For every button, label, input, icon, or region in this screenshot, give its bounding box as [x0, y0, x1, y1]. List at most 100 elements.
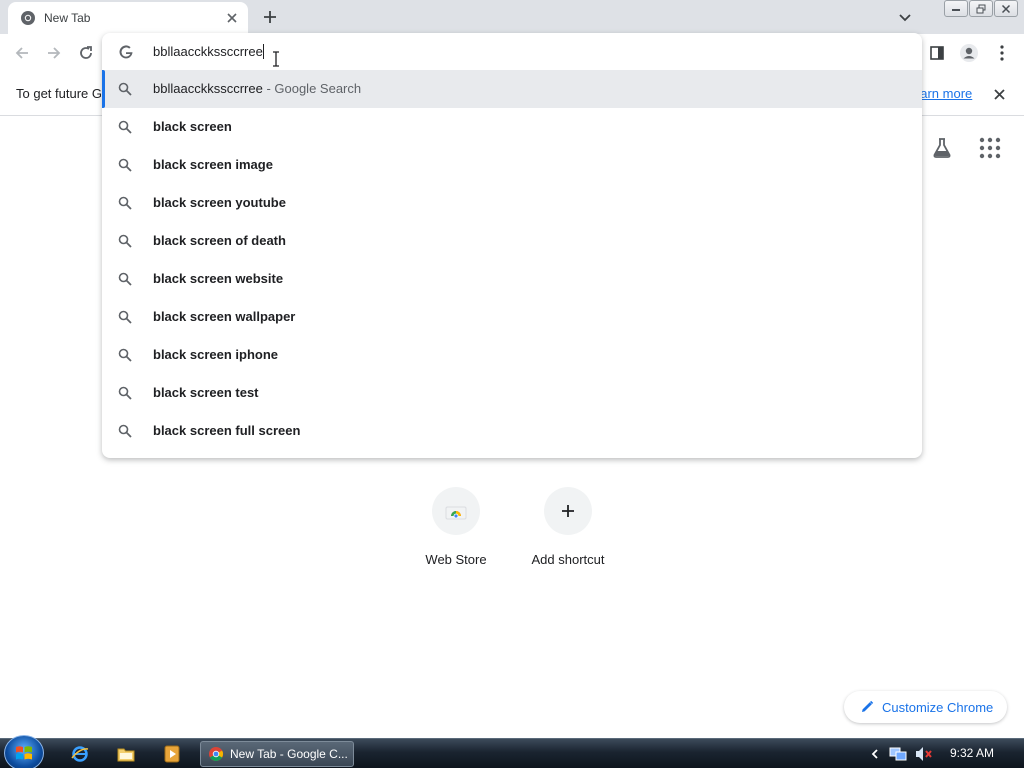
tray-volume[interactable] [915, 745, 933, 763]
avatar-icon [960, 44, 978, 62]
omnibox-input[interactable]: bbllaacckkssccrree [102, 33, 922, 71]
tab-new-tab[interactable]: New Tab [8, 2, 248, 34]
minimize-icon [952, 8, 960, 11]
taskbar-chrome-window[interactable]: New Tab - Google C... [200, 741, 354, 767]
suggestion-item[interactable]: black screen test [102, 374, 922, 412]
shortcut-tile [544, 487, 592, 535]
suggestion-text: black screen [153, 119, 232, 134]
network-icon [889, 747, 907, 761]
suggestion-text: black screen youtube [153, 195, 286, 210]
quicklaunch-ie[interactable] [70, 744, 90, 764]
taskbar-window-label: New Tab - Google C... [230, 747, 348, 761]
tray-expand-button[interactable] [866, 745, 884, 763]
shortcut-web-store[interactable]: Web Store [400, 487, 512, 567]
shortcut-tile [432, 487, 480, 535]
close-window-button[interactable] [994, 0, 1018, 17]
chrome-icon [209, 747, 223, 761]
chevron-down-icon [899, 14, 911, 22]
shortcut-label: Add shortcut [531, 552, 605, 567]
media-player-icon [164, 745, 180, 763]
info-bar-close-button[interactable] [990, 85, 1008, 103]
search-icon [118, 348, 132, 362]
menu-button[interactable] [991, 42, 1013, 64]
quicklaunch-explorer[interactable] [116, 744, 136, 764]
suggestion-item[interactable]: black screen youtube [102, 184, 922, 222]
windows-logo-icon [16, 746, 32, 760]
internet-explorer-icon [71, 746, 89, 762]
search-icon [118, 310, 132, 324]
suggestion-item[interactable]: black screen full screen [102, 412, 922, 450]
web-store-icon [445, 506, 467, 520]
suggestion-text: black screen image [153, 157, 273, 172]
suggestion-google-search[interactable]: bbllaacckkssccrree - Google Search [102, 70, 922, 108]
omnibox-dropdown: bbllaacckkssccrree bbllaacckkssccrree - … [102, 33, 922, 458]
suggestion-text: black screen of death [153, 233, 286, 248]
suggestion-item[interactable]: black screen wallpaper [102, 298, 922, 336]
clock[interactable]: 9:32 AM [950, 746, 994, 760]
customize-chrome-button[interactable]: Customize Chrome [844, 691, 1007, 723]
more-vert-icon [1000, 45, 1004, 61]
search-icon [118, 234, 132, 248]
suggestion-text: black screen test [153, 385, 259, 400]
shortcut-add[interactable]: Add shortcut [512, 487, 624, 567]
suggestion-suffix: - Google Search [262, 81, 362, 96]
back-button[interactable] [11, 42, 33, 64]
google-g-icon [119, 45, 133, 59]
start-button[interactable] [4, 735, 44, 768]
plus-icon [562, 505, 574, 517]
search-icon [118, 120, 132, 134]
side-panel-button[interactable] [926, 42, 948, 64]
forward-button[interactable] [43, 42, 65, 64]
customize-chrome-label: Customize Chrome [882, 699, 994, 715]
volume-muted-icon [916, 747, 932, 761]
minimize-button[interactable] [944, 0, 968, 17]
labs-flask-icon[interactable] [930, 136, 954, 160]
plus-icon [264, 11, 276, 23]
search-icon [118, 424, 132, 438]
suggestion-text: black screen iphone [153, 347, 278, 362]
pencil-icon [862, 700, 874, 712]
ibeam-cursor-icon [273, 51, 279, 67]
close-icon [993, 88, 1005, 100]
back-arrow-icon [15, 47, 28, 59]
restore-icon [976, 4, 986, 13]
suggestion-text: black screen website [153, 271, 284, 286]
suggestion-item[interactable]: black screen iphone [102, 336, 922, 374]
suggestion-text: black screen full screen [153, 423, 301, 438]
tab-search-button[interactable] [895, 8, 915, 28]
search-icon [118, 272, 132, 286]
suggestion-item[interactable]: black screen image [102, 146, 922, 184]
close-tab-icon[interactable] [224, 10, 240, 26]
restore-button[interactable] [969, 0, 993, 17]
suggestion-item[interactable]: black screen website [102, 260, 922, 298]
quicklaunch-media-player[interactable] [162, 744, 182, 764]
forward-arrow-icon [48, 47, 61, 59]
info-bar-text: To get future G [16, 86, 102, 101]
suggestion-item[interactable]: black screen [102, 108, 922, 146]
new-tab-button[interactable] [259, 6, 281, 28]
suggestion-item[interactable]: black screen of death [102, 222, 922, 260]
search-icon [118, 196, 132, 210]
close-icon [1001, 4, 1011, 13]
side-panel-icon [930, 46, 944, 60]
suggestion-query: bbllaacckkssccrree [153, 81, 263, 96]
taskbar: New Tab - Google C... 9:32 AM [0, 735, 1024, 768]
tab-title: New Tab [44, 11, 91, 25]
omnibox-text: bbllaacckkssccrree [153, 44, 263, 59]
search-icon [118, 158, 132, 172]
reload-button[interactable] [75, 42, 97, 64]
reload-icon [80, 46, 92, 59]
folder-icon [117, 748, 135, 762]
chevron-left-icon [871, 749, 878, 759]
suggestion-text: black screen wallpaper [153, 309, 296, 324]
search-icon [118, 82, 132, 96]
window-controls [943, 0, 1018, 18]
tray-network[interactable] [889, 745, 907, 763]
profile-button[interactable] [958, 42, 980, 64]
search-icon [118, 386, 132, 400]
google-apps-icon[interactable] [978, 136, 1002, 160]
shortcut-label: Web Store [425, 552, 487, 567]
text-caret [262, 44, 264, 59]
chrome-icon [21, 11, 35, 25]
tab-strip: New Tab [0, 0, 1024, 34]
